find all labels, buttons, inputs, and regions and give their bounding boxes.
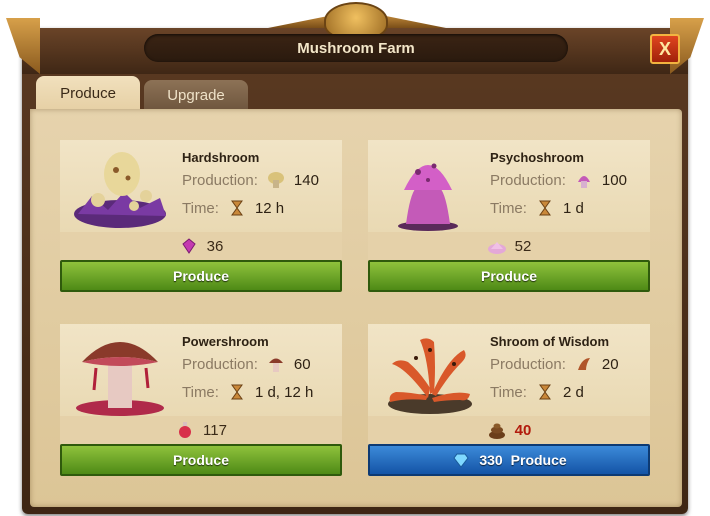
- time-row: Time: 2 d: [490, 382, 584, 402]
- production-card-powershroom: Powershroom Production: 60 Time: 1 d, 12…: [60, 324, 342, 494]
- time-label: Time:: [490, 199, 527, 217]
- item-name: Shroom of Wisdom: [490, 334, 610, 349]
- production-value: 100: [601, 171, 627, 189]
- produce-button[interactable]: Produce: [60, 260, 342, 292]
- time-label: Time:: [182, 383, 219, 401]
- production-label: Production:: [182, 171, 258, 189]
- produce-button-label: Produce: [510, 452, 567, 468]
- powershroom-icon: [268, 358, 283, 372]
- production-card-shroom-of-wisdom: Shroom of Wisdom Production: 20 Time: 2 …: [368, 324, 650, 494]
- production-row: Production: 60: [182, 354, 311, 374]
- dung-icon: [488, 423, 505, 439]
- hourglass-icon: [230, 200, 243, 216]
- production-label: Production:: [490, 355, 566, 373]
- potion-icon: [179, 422, 192, 438]
- hardshroom-illustration: [74, 152, 166, 228]
- production-value: 20: [601, 355, 619, 373]
- time-value: 1 d, 12 h: [254, 383, 314, 401]
- shroom-of-wisdom-illustration: [388, 338, 472, 414]
- production-card-psychoshroom: Psychoshroom Production: 100 Time: 1 d 5…: [368, 140, 650, 310]
- tab-upgrade[interactable]: Upgrade: [144, 80, 248, 110]
- cost-value: 52: [514, 237, 532, 255]
- psychoshroom-icon: [577, 176, 590, 188]
- production-row: Production: 20: [490, 354, 619, 374]
- produce-button-label: Produce: [480, 268, 537, 284]
- powershroom-illustration: [76, 342, 164, 416]
- psychoshroom-illustration: [398, 163, 458, 231]
- production-value: 60: [293, 355, 311, 373]
- production-value: 140: [293, 171, 319, 189]
- produce-button[interactable]: Produce: [60, 444, 342, 476]
- time-label: Time:: [490, 383, 527, 401]
- diamond-cost: 330: [479, 452, 503, 468]
- hourglass-icon: [538, 200, 551, 216]
- crystal-pile-icon: [487, 242, 506, 254]
- time-row: Time: 1 d: [490, 198, 584, 218]
- time-value: 1 d: [562, 199, 584, 217]
- cost-value: 36: [206, 237, 224, 255]
- production-row: Production: 100: [490, 170, 627, 190]
- hourglass-icon: [230, 384, 243, 400]
- mushroom-icon: [267, 172, 284, 188]
- item-name: Powershroom: [182, 334, 269, 349]
- shroom-of-wisdom-icon: [577, 358, 590, 370]
- item-name: Hardshroom: [182, 150, 260, 165]
- tab-produce[interactable]: Produce: [36, 76, 140, 110]
- produce-panel: Hardshroom Production: 140 Time: 12 h 36…: [30, 109, 682, 507]
- time-label: Time:: [182, 199, 219, 217]
- cost-row: 36: [60, 232, 342, 260]
- production-label: Production:: [490, 171, 566, 189]
- produce-with-diamonds-button[interactable]: 330 Produce: [368, 444, 650, 476]
- time-row: Time: 1 d, 12 h: [182, 382, 313, 402]
- time-value: 2 d: [562, 383, 584, 401]
- cost-value: 117: [203, 421, 227, 439]
- window-title: Mushroom Farm: [144, 34, 568, 62]
- time-value: 12 h: [254, 199, 285, 217]
- cost-row: 40: [368, 416, 650, 444]
- produce-button-label: Produce: [172, 268, 229, 284]
- cost-row: 117: [60, 416, 342, 444]
- produce-button-label: Produce: [172, 452, 229, 468]
- production-card-hardshroom: Hardshroom Production: 140 Time: 12 h 36…: [60, 140, 342, 310]
- cost-value-insufficient: 40: [514, 421, 532, 439]
- diamond-icon: [453, 453, 469, 468]
- time-row: Time: 12 h: [182, 198, 284, 218]
- item-name: Psychoshroom: [490, 150, 584, 165]
- production-row: Production: 140: [182, 170, 319, 190]
- hourglass-icon: [538, 384, 551, 400]
- close-button[interactable]: X: [650, 34, 680, 64]
- production-label: Production:: [182, 355, 258, 373]
- produce-button[interactable]: Produce: [368, 260, 650, 292]
- cost-row: 52: [368, 232, 650, 260]
- gem-icon: [181, 238, 196, 254]
